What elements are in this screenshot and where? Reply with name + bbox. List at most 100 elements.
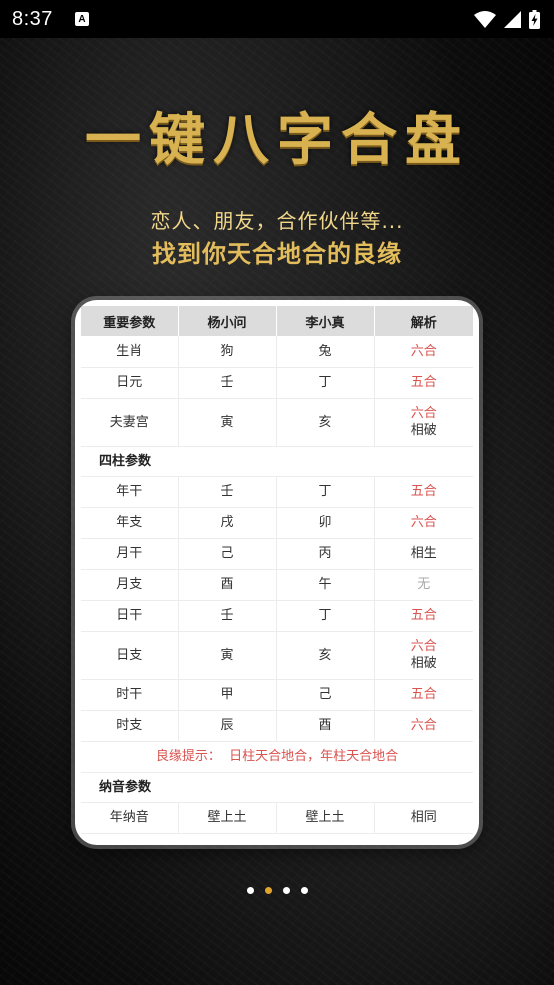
section-title: 纳音参数: [81, 772, 473, 803]
row-label: 夫妻宫: [81, 398, 179, 447]
value-person-b: 丁: [276, 476, 375, 508]
match-tip: 良缘提示： 日柱天合地合，年柱天合地合: [81, 741, 473, 773]
section-nayin: 纳音参数: [81, 772, 473, 803]
analysis-result: 相同: [374, 802, 473, 834]
value-person-b: 亥: [276, 631, 375, 680]
analysis-result-line: 六合: [410, 639, 437, 654]
analysis-result-line: 六合: [410, 406, 437, 421]
value-person-b: 卯: [276, 507, 375, 539]
table-row: 夫妻宫寅亥六合 相破: [81, 398, 473, 447]
wifi-icon: [474, 10, 496, 28]
analysis-result: 无: [374, 569, 473, 601]
analysis-result-line: 五合: [410, 608, 437, 623]
value-person-a: 寅: [178, 631, 277, 680]
section-title: 四柱参数: [81, 446, 473, 477]
analysis-result: 六合: [374, 710, 473, 742]
notification-icon: A: [74, 12, 89, 26]
status-time: 8:37: [12, 7, 53, 30]
analysis-result-line: 五合: [410, 484, 437, 499]
analysis-result-line: 六合: [410, 343, 437, 359]
row-label: 年纳音: [81, 802, 179, 834]
row-label: 生肖: [81, 336, 179, 368]
value-person-b: 亥: [276, 398, 375, 447]
value-person-b: 酉: [276, 710, 375, 742]
analysis-result: 五合: [374, 476, 473, 508]
value-person-a: 己: [178, 538, 277, 570]
value-person-b: 兔: [276, 336, 375, 368]
value-person-b: 己: [276, 679, 375, 711]
analysis-result-line: 五合: [410, 687, 437, 702]
row-label: 日干: [81, 600, 179, 632]
value-person-a: 戌: [178, 507, 277, 539]
analysis-result-line: 六合: [410, 515, 437, 530]
page-dot[interactable]: [300, 887, 308, 894]
value-person-b: 丁: [276, 367, 375, 399]
value-person-b: 壁上土: [276, 802, 375, 834]
analysis-result: 五合: [374, 367, 473, 399]
value-person-a: 壬: [178, 476, 277, 508]
compatibility-table: 重要参数 杨小问 李小真 解析 生肖狗兔六合 日元壬丁五合 夫妻宫寅亥六合 相破 四柱参…: [81, 306, 473, 834]
cellular-signal-icon: [504, 10, 521, 28]
page-dot[interactable]: [282, 887, 290, 894]
row-label: 年干: [81, 476, 179, 508]
value-person-a: 壬: [178, 600, 277, 632]
subtitle-audience: 恋人、朋友，合作伙伴等...: [150, 209, 404, 233]
row-label: 时支: [81, 710, 179, 742]
page-dot[interactable]: [246, 887, 254, 894]
value-person-b: 丁: [276, 600, 375, 632]
value-person-a: 寅: [178, 398, 277, 447]
analysis-result-line: 相破: [410, 656, 437, 671]
value-person-a: 壁上土: [178, 802, 277, 834]
table-row: 年支戌卯 六合: [81, 507, 473, 539]
header-person-b: 李小真: [276, 306, 375, 336]
value-person-a: 壬: [178, 367, 277, 399]
table-row: 日干壬丁 五合: [81, 600, 473, 632]
row-label: 年支: [81, 507, 179, 539]
section-four-pillars: 四柱参数: [81, 446, 473, 477]
header-person-a: 杨小问: [178, 306, 277, 336]
table-header-row: 重要参数 杨小问 李小真 解析: [81, 306, 473, 336]
value-person-b: 午: [276, 569, 375, 601]
table-row: 年干壬丁 五合: [81, 476, 473, 508]
table-row: 日支寅亥六合 相破: [81, 631, 473, 680]
analysis-result-line: 相破: [410, 423, 437, 438]
table-row: 年纳音 壁上土 壁上土 相同: [81, 802, 473, 834]
analysis-result-line: 六合: [410, 718, 437, 733]
analysis-result: 六合 相破: [374, 398, 473, 447]
header-parameter: 重要参数: [81, 306, 179, 336]
analysis-result-line: 五合: [410, 375, 437, 390]
value-person-a: 狗: [178, 336, 277, 368]
table-row: 月干己丙 相生: [81, 538, 473, 570]
compatibility-card: 重要参数 杨小问 李小真 解析 生肖狗兔六合 日元壬丁五合 夫妻宫寅亥六合 相破 四柱参…: [75, 300, 479, 845]
value-person-b: 丙: [276, 538, 375, 570]
analysis-result: 相生: [374, 538, 473, 570]
table-row: 时干甲己 五合: [81, 679, 473, 711]
page-dot[interactable]: [264, 887, 272, 894]
value-person-a: 甲: [178, 679, 277, 711]
table-row: 时支辰酉 六合: [81, 710, 473, 742]
row-label: 日支: [81, 631, 179, 680]
value-person-a: 酉: [178, 569, 277, 601]
page-indicator: [0, 887, 554, 894]
analysis-result-line: 相生: [410, 546, 437, 561]
analysis-result: 五合: [374, 600, 473, 632]
row-label: 日元: [81, 367, 179, 399]
match-tip-row: 良缘提示： 日柱天合地合，年柱天合地合: [81, 741, 473, 773]
status-bar: 8:37 A: [0, 0, 554, 38]
analysis-result-line: 相同: [410, 810, 437, 825]
row-label: 月干: [81, 538, 179, 570]
row-label: 月支: [81, 569, 179, 601]
header-analysis: 解析: [374, 306, 473, 336]
value-person-a: 辰: [178, 710, 277, 742]
table-row: 生肖狗兔 六合: [81, 336, 473, 368]
analysis-result: 六合: [374, 507, 473, 539]
analysis-result: 六合 相破: [374, 631, 473, 680]
table-row: 月支酉午 无: [81, 569, 473, 601]
battery-charging-icon: [529, 9, 540, 29]
analysis-result-line: 无: [417, 577, 431, 592]
table-row: 日元壬丁 五合: [81, 367, 473, 399]
analysis-result: 六合: [374, 336, 473, 368]
row-label: 时干: [81, 679, 179, 711]
page-title: 一键八字合盘: [85, 107, 469, 173]
analysis-result: 五合: [374, 679, 473, 711]
